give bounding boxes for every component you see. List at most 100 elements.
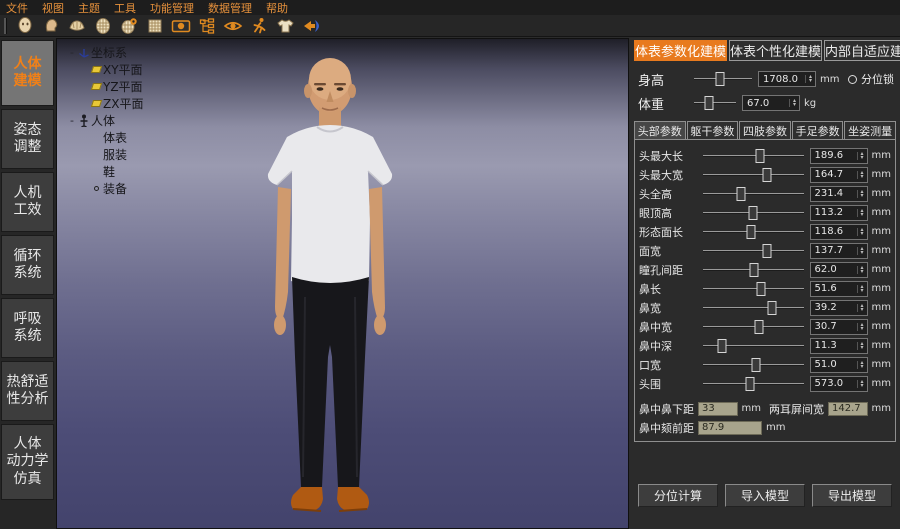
param-slider[interactable] (703, 187, 804, 201)
slider-thumb[interactable] (763, 168, 772, 182)
param-slider[interactable] (703, 168, 804, 182)
tree-item-xy-plane[interactable]: XY平面 (89, 61, 143, 78)
spin-arrows[interactable]: ▴▾ (857, 228, 867, 236)
param-spinbox[interactable]: 11.3▴▾ (810, 338, 868, 354)
height-spin-arrows[interactable]: ▴▾ (805, 75, 815, 83)
camera-view-icon[interactable] (171, 16, 191, 35)
tab-sitting-measure[interactable]: 坐姿测量 (844, 121, 896, 139)
slider-thumb[interactable] (763, 244, 772, 258)
nose-chin-distance-field[interactable]: 87.9 (698, 421, 762, 435)
slider-thumb[interactable] (752, 358, 761, 372)
spin-arrows[interactable]: ▴▾ (857, 247, 867, 255)
param-spinbox[interactable]: 164.7▴▾ (810, 167, 868, 183)
3d-viewport[interactable]: - 坐标系 XY平面 YZ平面 ZX平面 - 人体 体表 (56, 38, 629, 529)
param-slider[interactable] (703, 358, 804, 372)
slider-thumb[interactable] (746, 377, 755, 391)
running-man-icon[interactable] (249, 16, 269, 35)
menu-file[interactable]: 文件 (6, 0, 28, 16)
sidebar-tab-posture-adjust[interactable]: 姿态 调整 (1, 109, 54, 169)
slider-thumb[interactable] (718, 339, 727, 353)
param-spinbox[interactable]: 51.6▴▾ (810, 281, 868, 297)
spin-arrows[interactable]: ▴▾ (857, 304, 867, 312)
param-slider[interactable] (703, 320, 804, 334)
sidebar-tab-dynamics-sim[interactable]: 人体 动力学 仿真 (1, 424, 54, 500)
sidebar-tab-thermal-comfort[interactable]: 热舒适 性分析 (1, 361, 54, 421)
param-slider[interactable] (703, 225, 804, 239)
menu-function-mgmt[interactable]: 功能管理 (150, 0, 194, 16)
wireframe-head-icon[interactable] (93, 16, 113, 35)
ear-tragion-width-field[interactable]: 142.7 (828, 402, 868, 416)
param-slider[interactable] (703, 263, 804, 277)
sidebar-tab-human-modeling[interactable]: 人体 建模 (1, 40, 54, 106)
grid-block-icon[interactable] (145, 16, 165, 35)
tab-personalized-modeling[interactable]: 体表个性化建模 (729, 40, 822, 61)
param-slider[interactable] (703, 301, 804, 315)
head-front-icon[interactable] (15, 16, 35, 35)
tab-hand-foot-params[interactable]: 手足参数 (792, 121, 844, 139)
height-slider-thumb[interactable] (715, 72, 724, 86)
tree-item-clothing[interactable]: 服装 (89, 146, 143, 163)
param-slider[interactable] (703, 339, 804, 353)
spin-arrows[interactable]: ▴▾ (857, 380, 867, 388)
param-slider[interactable] (703, 206, 804, 220)
spin-arrows[interactable]: ▴▾ (857, 323, 867, 331)
tree-item-yz-plane[interactable]: YZ平面 (89, 78, 143, 95)
menu-theme[interactable]: 主题 (78, 0, 100, 16)
nose-sub-distance-field[interactable]: 33 (698, 402, 738, 416)
tree-item-shoes[interactable]: 鞋 (89, 163, 143, 180)
weight-spin-arrows[interactable]: ▴▾ (789, 99, 799, 107)
slider-thumb[interactable] (756, 149, 765, 163)
spin-arrows[interactable]: ▴▾ (857, 266, 867, 274)
param-spinbox[interactable]: 62.0▴▾ (810, 262, 868, 278)
slider-thumb[interactable] (768, 301, 777, 315)
param-spinbox[interactable]: 137.7▴▾ (810, 243, 868, 259)
sidebar-tab-circulatory[interactable]: 循环 系统 (1, 235, 54, 295)
tab-parametric-modeling[interactable]: 体表参数化建模 (634, 40, 727, 61)
eye-icon[interactable] (223, 16, 243, 35)
hair-mesh-icon[interactable] (67, 16, 87, 35)
head-side-icon[interactable] (41, 16, 61, 35)
spin-arrows[interactable]: ▴▾ (857, 285, 867, 293)
param-spinbox[interactable]: 39.2▴▾ (810, 300, 868, 316)
radio-circle[interactable] (848, 75, 857, 84)
param-spinbox[interactable]: 189.6▴▾ (810, 148, 868, 164)
slider-thumb[interactable] (747, 225, 756, 239)
spin-arrows[interactable]: ▴▾ (857, 209, 867, 217)
tab-torso-params[interactable]: 躯干参数 (687, 121, 739, 139)
undo-arrow-icon[interactable] (301, 16, 321, 35)
spin-arrows[interactable]: ▴▾ (857, 361, 867, 369)
quantile-calc-button[interactable]: 分位计算 (638, 484, 718, 507)
weight-slider[interactable] (694, 96, 736, 110)
slider-thumb[interactable] (757, 282, 766, 296)
param-slider[interactable] (703, 282, 804, 296)
tab-internal-adaptive-modeling[interactable]: 内部自适应建模 (824, 40, 900, 61)
param-spinbox[interactable]: 231.4▴▾ (810, 186, 868, 202)
param-spinbox[interactable]: 113.2▴▾ (810, 205, 868, 221)
param-spinbox[interactable]: 51.0▴▾ (810, 357, 868, 373)
height-slider[interactable] (694, 72, 752, 86)
param-spinbox[interactable]: 30.7▴▾ (810, 319, 868, 335)
tshirt-icon[interactable] (275, 16, 295, 35)
slider-thumb[interactable] (750, 263, 759, 277)
slider-thumb[interactable] (755, 320, 764, 334)
tree-item-coordinate-system[interactable]: - 坐标系 (67, 44, 143, 61)
menu-help[interactable]: 帮助 (266, 0, 288, 16)
mesh-gear-icon[interactable] (119, 16, 139, 35)
param-spinbox[interactable]: 118.6▴▾ (810, 224, 868, 240)
menu-view[interactable]: 视图 (42, 0, 64, 16)
tab-head-params[interactable]: 头部参数 (634, 121, 686, 139)
spin-arrows[interactable]: ▴▾ (857, 190, 867, 198)
slider-thumb[interactable] (749, 206, 758, 220)
weight-spinbox[interactable]: 67.0 ▴▾ (742, 95, 800, 111)
tree-item-equipment[interactable]: 装备 (89, 180, 143, 197)
height-spinbox[interactable]: 1708.0 ▴▾ (758, 71, 816, 87)
param-slider[interactable] (703, 244, 804, 258)
slider-thumb[interactable] (737, 187, 746, 201)
tree-item-human-body[interactable]: - 人体 (67, 112, 143, 129)
export-model-button[interactable]: 导出模型 (812, 484, 892, 507)
weight-slider-thumb[interactable] (704, 96, 713, 110)
param-spinbox[interactable]: 573.0▴▾ (810, 376, 868, 392)
param-slider[interactable] (703, 149, 804, 163)
param-slider[interactable] (703, 377, 804, 391)
menu-data-mgmt[interactable]: 数据管理 (208, 0, 252, 16)
